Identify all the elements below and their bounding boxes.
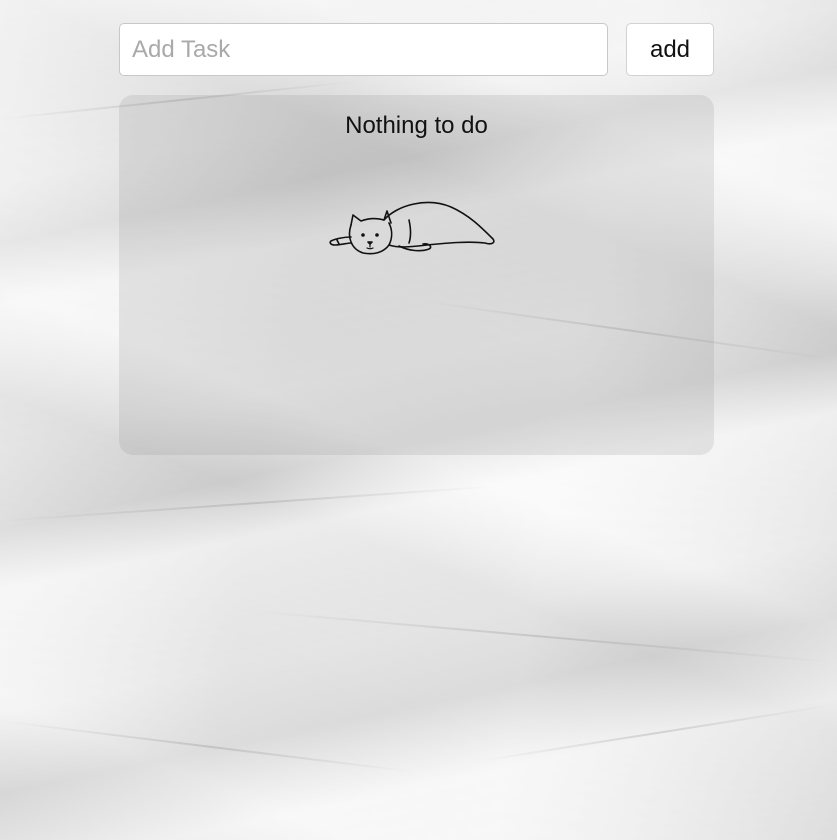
add-task-input[interactable] xyxy=(119,23,608,76)
empty-state-message: Nothing to do xyxy=(345,112,488,139)
paper-crease xyxy=(0,720,417,774)
add-button[interactable]: add xyxy=(626,23,714,76)
paper-crease xyxy=(479,704,833,762)
task-list-panel: Nothing to do xyxy=(119,95,714,455)
paper-crease xyxy=(0,485,499,522)
sleeping-cat-icon xyxy=(329,201,495,255)
add-task-bar: add xyxy=(119,23,714,76)
paper-crease xyxy=(249,610,835,664)
